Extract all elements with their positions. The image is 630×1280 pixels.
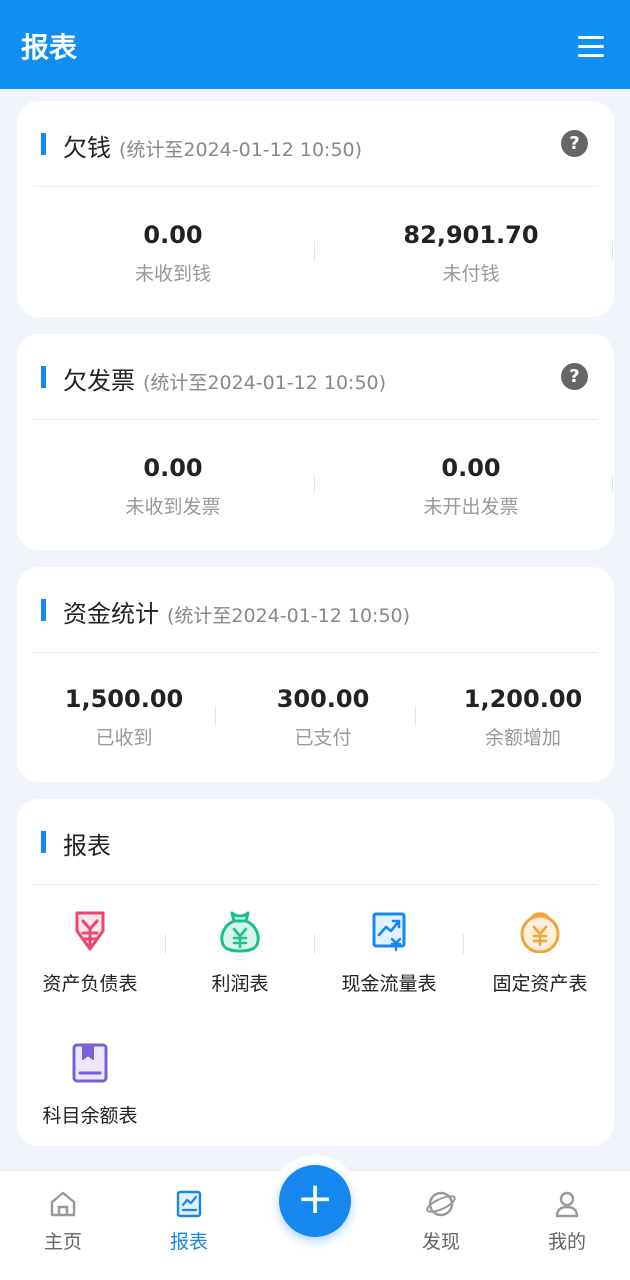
stat-uncollected-invoice[interactable]: 0.00 未收到发票 (63, 454, 283, 519)
page-title: 报表 (21, 31, 78, 64)
app-header: 报表 (0, 0, 630, 89)
stat-label: 已支付 (294, 727, 352, 749)
stat-label: 已收到 (95, 727, 153, 749)
stat-value: 1,200.00 (463, 685, 583, 713)
stat-label: 未收到钱 (134, 263, 211, 285)
fixed-asset-icon (520, 912, 560, 953)
invoice-card: 欠发票 (统计至2024-01-12 10:50) ? 0.00 未收到发票 0.… (17, 334, 614, 550)
tab-label: 主页 (43, 1231, 82, 1253)
stat-balance-increase[interactable]: 1,200.00 余额增加 (438, 685, 608, 750)
report-label: 现金流量表 (341, 973, 437, 995)
tab-label: 报表 (169, 1231, 208, 1253)
stat-label: 未收到发票 (125, 496, 221, 518)
report-account-balance[interactable]: 科目余额表 (15, 1041, 165, 1128)
report-label: 固定资产表 (492, 973, 588, 995)
report-label: 科目余额表 (42, 1105, 138, 1127)
report-balance-sheet[interactable]: 资产负债表 (15, 909, 165, 996)
stat-value: 0.00 (143, 221, 203, 249)
user-icon (555, 1191, 579, 1218)
report-profit[interactable]: 利润表 (165, 909, 315, 996)
profit-bag-icon (220, 911, 260, 953)
stat-value: 1,500.00 (64, 685, 184, 713)
reports-card-header: 报表 (17, 799, 614, 885)
bottom-tab-bar: 主页 报表 + 发现 我的 (0, 1155, 630, 1280)
stat-value: 0.00 (441, 454, 501, 482)
planet-icon (426, 1191, 456, 1217)
divider (33, 884, 598, 885)
home-icon (50, 1191, 76, 1217)
divider (314, 241, 315, 261)
debt-title: 欠钱 (63, 134, 111, 162)
balance-sheet-icon (75, 911, 105, 951)
report-icon (176, 1190, 202, 1218)
stat-label: 未开出发票 (423, 496, 519, 518)
title-accent-bar (41, 831, 46, 853)
title-accent-bar (41, 599, 46, 621)
funds-title: 资金统计 (63, 600, 159, 628)
debt-card: 欠钱 (统计至2024-01-12 10:50) ? 0.00 未收到钱 82,9… (17, 101, 614, 317)
account-book-icon (72, 1043, 108, 1083)
stat-unissued-invoice[interactable]: 0.00 未开出发票 (361, 454, 581, 519)
report-cash-flow[interactable]: 现金流量表 (314, 909, 464, 996)
tab-label: 发现 (421, 1231, 460, 1253)
divider (215, 706, 216, 726)
stat-label: 未付钱 (442, 263, 500, 285)
tab-mine[interactable]: 我的 (522, 1171, 612, 1254)
report-label: 资产负债表 (42, 973, 138, 995)
title-accent-bar (41, 133, 46, 155)
tab-home[interactable]: 主页 (18, 1171, 108, 1254)
cash-flow-icon (372, 912, 406, 952)
reports-title: 报表 (63, 832, 111, 860)
stat-unpaid-money[interactable]: 82,901.70 未付钱 (361, 221, 581, 286)
divider (33, 186, 598, 187)
stat-paid[interactable]: 300.00 已支付 (238, 685, 408, 750)
divider (33, 652, 598, 653)
divider (33, 419, 598, 420)
divider (612, 474, 613, 494)
invoice-title: 欠发票 (63, 367, 135, 395)
funds-card-header: 资金统计 (统计至2024-01-12 10:50) (17, 567, 614, 653)
help-icon[interactable]: ? (561, 363, 588, 390)
stat-value: 82,901.70 (403, 221, 539, 249)
tab-label: 我的 (547, 1231, 586, 1253)
invoice-card-header: 欠发票 (统计至2024-01-12 10:50) ? (17, 334, 614, 420)
divider (463, 934, 464, 954)
invoice-subtitle: (统计至2024-01-12 10:50) (143, 372, 387, 394)
report-label: 利润表 (211, 973, 269, 995)
debt-subtitle: (统计至2024-01-12 10:50) (119, 139, 363, 161)
debt-card-header: 欠钱 (统计至2024-01-12 10:50) ? (17, 101, 614, 187)
tab-discover[interactable]: 发现 (396, 1171, 486, 1254)
tab-report[interactable]: 报表 (144, 1171, 234, 1254)
stat-uncollected-money[interactable]: 0.00 未收到钱 (63, 221, 283, 286)
stat-label: 余额增加 (484, 727, 561, 749)
divider (612, 241, 613, 261)
divider (415, 706, 416, 726)
funds-card: 资金统计 (统计至2024-01-12 10:50) 1,500.00 已收到 3… (17, 567, 614, 782)
divider (314, 474, 315, 494)
add-button[interactable]: + (279, 1165, 351, 1237)
menu-icon[interactable] (578, 36, 604, 58)
reports-card: 报表 资产负债表 利润表 现金流量表 固定资产表 科目余额表 (17, 799, 614, 1146)
stat-value: 300.00 (276, 685, 370, 713)
title-accent-bar (41, 366, 46, 388)
funds-subtitle: (统计至2024-01-12 10:50) (167, 605, 411, 627)
stat-value: 0.00 (143, 454, 203, 482)
help-icon[interactable]: ? (561, 130, 588, 157)
report-fixed-assets[interactable]: 固定资产表 (465, 909, 615, 996)
stat-received[interactable]: 1,500.00 已收到 (39, 685, 209, 750)
